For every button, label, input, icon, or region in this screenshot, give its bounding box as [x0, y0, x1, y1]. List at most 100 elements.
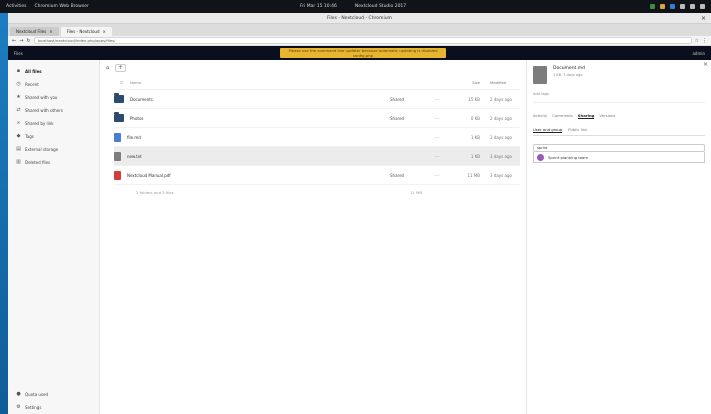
file-row[interactable]: Documents Shared ··· 15 KB 2 days ago — [114, 90, 520, 109]
tray-icon[interactable] — [670, 4, 675, 9]
close-icon[interactable]: × — [703, 61, 708, 68]
sidebar-item-all-files[interactable]: ▪ All files — [8, 65, 99, 78]
activities-button[interactable]: Activities — [6, 0, 27, 13]
details-meta: 1 KB, 3 days ago — [553, 73, 583, 77]
close-icon[interactable]: × — [102, 27, 105, 36]
file-modified: 3 days ago — [490, 153, 512, 159]
summary-count: 2 folders and 3 files — [136, 189, 174, 195]
share-suggestion[interactable]: Sprint planning team — [533, 152, 705, 163]
more-actions-icon[interactable]: ··· — [428, 154, 446, 159]
update-warning-banner: Please use the command line updater beca… — [280, 48, 446, 58]
text-file-icon — [114, 151, 121, 161]
home-icon[interactable]: ⌂ — [106, 65, 109, 71]
file-modified: 3 days ago — [490, 172, 512, 178]
file-name[interactable]: Documents — [130, 97, 153, 102]
tab-sharing[interactable]: Sharing — [577, 113, 595, 119]
tray-icon[interactable] — [650, 4, 655, 9]
window-titlebar: Files - Nextcloud - Chromium × — [8, 13, 711, 24]
file-row[interactable]: file.md ··· 1 KB 3 days ago — [114, 128, 520, 147]
sidebar-item-label: Shared with you — [25, 95, 58, 100]
file-name[interactable]: new.txt — [127, 154, 142, 159]
file-row[interactable]: Nextcloud Manual.pdf Shared ··· 11 MB 3 … — [114, 166, 520, 185]
sidebar-bottom: ● Quota used ⚙ Settings — [8, 388, 99, 414]
menu-icon[interactable]: ⋮ — [702, 38, 707, 44]
sidebar-item-shared-by-link[interactable]: ∞ Shared by link — [8, 117, 99, 130]
browser-tab-active[interactable]: Files - Nextcloud × — [60, 27, 112, 36]
file-size: 15 KB — [468, 96, 480, 102]
gear-icon: ⚙ — [16, 404, 21, 410]
forward-icon[interactable]: → — [19, 38, 23, 44]
browser-tab[interactable]: Nextcloud Files × — [10, 27, 59, 36]
close-icon[interactable]: × — [49, 27, 52, 36]
tag-icon: ◆ — [16, 133, 21, 139]
network-icon[interactable] — [680, 4, 685, 9]
more-actions-icon[interactable]: ··· — [428, 135, 446, 140]
more-actions-icon[interactable]: ··· — [428, 97, 446, 102]
sidebar-item-tags[interactable]: ◆ Tags — [8, 130, 99, 143]
tags-field[interactable]: Add tags — [533, 92, 705, 103]
avatar — [537, 153, 544, 161]
share-search-input[interactable]: sprint — [533, 144, 705, 152]
url-input[interactable]: localhost/nextcloud/index.php/apps/files… — [33, 37, 692, 44]
share-indicator[interactable]: Shared — [390, 116, 428, 121]
file-row[interactable]: Photos Shared ··· 0 KB 2 days ago — [114, 109, 520, 128]
column-size[interactable]: Size — [446, 80, 480, 85]
summary-size: 11 MB — [410, 189, 422, 195]
sidebar-item-recent[interactable]: ◷ Recent — [8, 78, 99, 91]
details-sidebar: × Document.md 1 KB, 3 days ago Add tags … — [526, 60, 711, 414]
file-name[interactable]: Nextcloud Manual.pdf — [127, 173, 171, 178]
back-icon[interactable]: ← — [12, 38, 16, 44]
tab-versions[interactable]: Versions — [599, 113, 615, 119]
clock[interactable]: Fri Mar 15 10:46 — [300, 0, 337, 13]
select-all-checkbox[interactable]: ☐ — [120, 80, 130, 85]
details-filename: Document.md — [553, 66, 585, 71]
volume-icon[interactable] — [690, 4, 695, 9]
more-actions-icon[interactable]: ··· — [428, 173, 446, 178]
share-indicator[interactable]: Shared — [390, 97, 428, 102]
file-list-area: ⌂ + ☐ Name Size Modified Documents Share… — [100, 60, 526, 414]
column-name[interactable]: Name — [130, 80, 446, 85]
tab-activity[interactable]: Activity — [533, 113, 547, 119]
file-row-selected[interactable]: new.txt ··· 1 KB 3 days ago — [114, 147, 520, 166]
subtab-public-link[interactable]: Public link — [568, 127, 587, 133]
app-switcher[interactable]: Files — [14, 51, 23, 56]
clock-icon: ◷ — [16, 81, 21, 87]
sidebar-item-label: External storage — [25, 147, 59, 152]
folder-icon: ▪ — [16, 68, 21, 74]
tray-icon[interactable] — [660, 4, 665, 9]
share-indicator[interactable]: Shared — [390, 173, 428, 178]
sidebar-item-label: Shared by link — [25, 121, 54, 126]
user-menu[interactable]: admin — [692, 51, 705, 56]
column-modified[interactable]: Modified — [480, 80, 520, 85]
bookmark-icon[interactable]: ☆ — [695, 38, 699, 44]
sidebar-item-shared-with-you[interactable]: ★ Shared with you — [8, 91, 99, 104]
details-header: Document.md 1 KB, 3 days ago — [533, 66, 705, 84]
sidebar-item-deleted-files[interactable]: ▥ Deleted files — [8, 156, 99, 169]
file-size: 11 MB — [467, 172, 480, 178]
reload-icon[interactable]: ↻ — [26, 38, 30, 44]
text-file-icon — [114, 132, 121, 142]
subtab-user-group[interactable]: User and group — [533, 127, 563, 133]
close-icon[interactable]: × — [701, 13, 706, 24]
file-list-summary: 2 folders and 3 files 11 MB — [136, 185, 520, 199]
file-name[interactable]: file.md — [127, 135, 141, 140]
pdf-file-icon — [114, 170, 121, 180]
address-bar-row: ← → ↻ localhost/nextcloud/index.php/apps… — [8, 36, 711, 46]
nextcloud-header: Files Please use the command line update… — [8, 46, 711, 60]
new-file-button[interactable]: + — [115, 64, 127, 72]
sidebar-item-quota[interactable]: ● Quota used — [8, 388, 99, 401]
window-title: Files - Nextcloud - Chromium — [327, 16, 392, 21]
app-menu[interactable]: Chromium Web Browser — [35, 0, 89, 13]
sidebar-item-settings[interactable]: ⚙ Settings — [8, 401, 99, 414]
file-name[interactable]: Photos — [130, 116, 144, 121]
app-body: ▪ All files ◷ Recent ★ Shared with you ⇄ Sha… — [8, 60, 711, 414]
sidebar-item-shared-with-others[interactable]: ⇄ Shared with others — [8, 104, 99, 117]
banner-link[interactable]: config.php — [280, 53, 446, 58]
storage-icon: ▤ — [16, 146, 21, 152]
power-icon[interactable] — [700, 4, 705, 9]
sidebar-item-external-storage[interactable]: ▤ External storage — [8, 143, 99, 156]
sidebar-item-label: Settings — [25, 405, 42, 410]
more-actions-icon[interactable]: ··· — [428, 116, 446, 121]
tab-comments[interactable]: Comments — [552, 113, 573, 119]
tab-label: Files - Nextcloud — [66, 29, 100, 34]
